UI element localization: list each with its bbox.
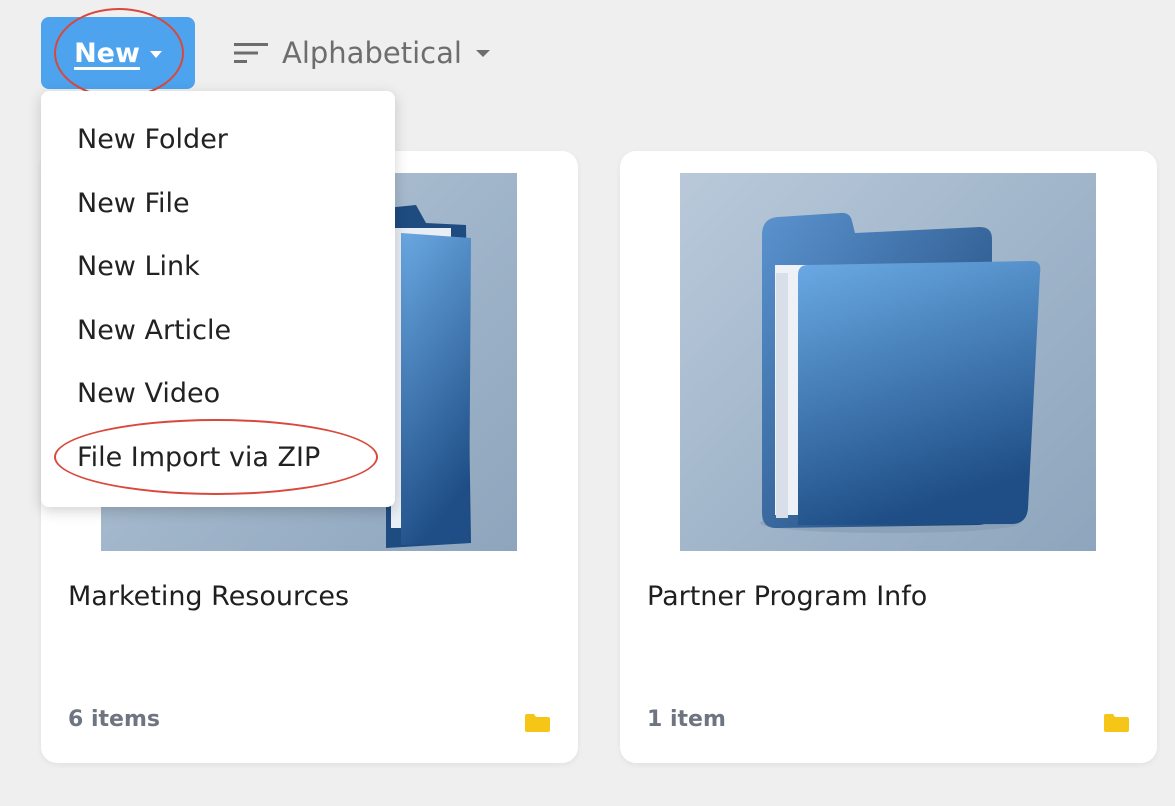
menu-item-file-import-zip[interactable]: File Import via ZIP — [41, 426, 395, 490]
item-count: 1 item — [647, 707, 726, 732]
menu-item-new-video[interactable]: New Video — [41, 362, 395, 426]
menu-item-new-article[interactable]: New Article — [41, 299, 395, 363]
folder-card[interactable]: Partner Program Info 1 item — [620, 151, 1157, 763]
sort-label: Alphabetical — [282, 36, 462, 70]
new-dropdown-menu: New Folder New File New Link New Article… — [41, 91, 395, 507]
folder-icon — [525, 714, 550, 732]
caret-down-icon — [475, 49, 490, 57]
item-count: 6 items — [68, 707, 160, 732]
caret-down-icon — [149, 51, 162, 58]
menu-item-new-file[interactable]: New File — [41, 172, 395, 236]
sort-dropdown[interactable]: Alphabetical — [234, 30, 490, 76]
menu-item-new-link[interactable]: New Link — [41, 235, 395, 299]
sort-lines-icon — [234, 43, 268, 63]
card-title[interactable]: Partner Program Info — [647, 581, 927, 612]
folder-thumbnail — [680, 173, 1096, 551]
menu-item-new-folder[interactable]: New Folder — [41, 108, 395, 172]
folder-icon — [1104, 714, 1129, 732]
card-title[interactable]: Marketing Resources — [68, 581, 349, 612]
new-button-label: New — [74, 37, 140, 69]
new-button[interactable]: New — [41, 17, 195, 89]
